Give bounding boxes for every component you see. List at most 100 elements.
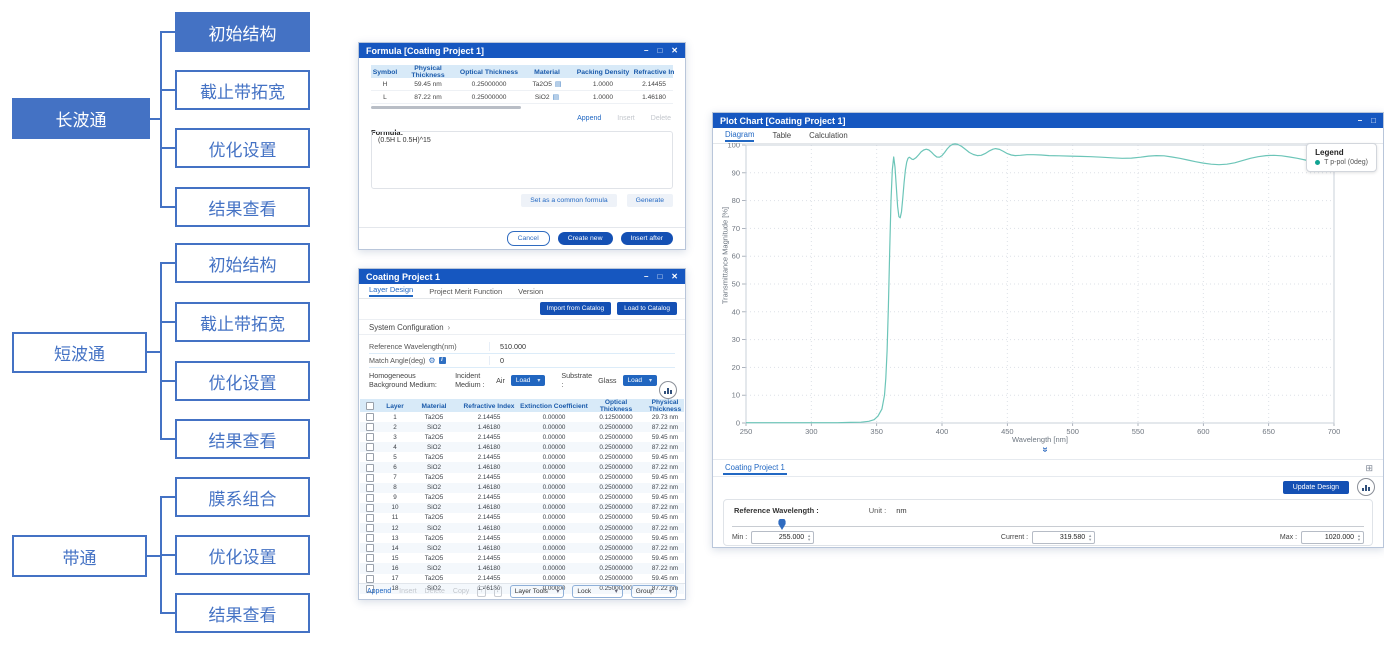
background-medium-row: Homogeneous Background Medium: Incident …	[369, 373, 657, 387]
insert-button[interactable]: Insert	[399, 588, 417, 595]
select-all-checkbox[interactable]	[366, 402, 374, 410]
reference-wavelength-value[interactable]: 510.000	[489, 342, 560, 351]
row-checkbox[interactable]	[366, 564, 374, 572]
append-button[interactable]: Append	[577, 115, 601, 122]
layer-table-row[interactable]: 4 SiO2 1.46180 0.00000 0.25000000 87.22 …	[360, 442, 684, 452]
append-button[interactable]: Append	[367, 588, 391, 595]
formula-table-row[interactable]: L 87.22 nm 0.25000000 SiO2 ▤ 1.0000 1.46…	[371, 91, 673, 104]
row-checkbox[interactable]	[366, 474, 374, 482]
copy-button[interactable]: Copy	[453, 588, 469, 595]
material-catalog-icon[interactable]: ▤	[553, 93, 560, 101]
create-new-button[interactable]: Create new	[558, 232, 613, 245]
insert-button[interactable]: Insert	[617, 115, 635, 122]
tab-version[interactable]: Version	[518, 287, 543, 296]
import-from-catalog-button[interactable]: Import from Catalog	[540, 302, 611, 315]
formula-titlebar[interactable]: Formula [Coating Project 1] – □ ✕	[359, 43, 685, 58]
collapse-chevron-icon[interactable]: »	[1039, 447, 1050, 451]
generate-button[interactable]: Generate	[627, 194, 673, 207]
tab-layer-design[interactable]: Layer Design	[369, 285, 413, 297]
row-checkbox[interactable]	[366, 544, 374, 552]
x-axis-label: Wavelength [nm]	[746, 435, 1334, 444]
update-design-button[interactable]: Update Design	[1283, 481, 1349, 494]
row-checkbox[interactable]	[366, 494, 374, 502]
cell-physical: 59.45 nm	[399, 81, 457, 88]
layer-table-row[interactable]: 15 Ta2O5 2.14455 0.00000 0.25000000 59.4…	[360, 553, 684, 563]
load-to-catalog-button[interactable]: Load to Catalog	[617, 302, 677, 315]
row-checkbox[interactable]	[366, 443, 374, 451]
match-angle-value[interactable]: 0	[489, 356, 560, 365]
row-checkbox[interactable]	[366, 575, 374, 583]
layer-table-row[interactable]: 10 SiO2 1.46180 0.00000 0.25000000 87.22…	[360, 503, 684, 513]
layer-table-row[interactable]: 5 Ta2O5 2.14455 0.00000 0.25000000 59.45…	[360, 452, 684, 462]
cell-optical-thickness: 0.25000000	[588, 474, 644, 481]
cell-layer: 12	[380, 525, 410, 532]
layer-table-row[interactable]: 12 SiO2 1.46180 0.00000 0.25000000 87.22…	[360, 523, 684, 533]
gear-icon[interactable]: ⚙	[428, 356, 435, 365]
spin-down-icon[interactable]: ▼	[1088, 538, 1092, 542]
layer-table-row[interactable]: 14 SiO2 1.46180 0.00000 0.25000000 87.22…	[360, 543, 684, 553]
group-dropdown[interactable]: Group ▾	[631, 585, 677, 598]
insert-after-button[interactable]: Insert after	[621, 232, 674, 245]
minimize-icon[interactable]: –	[1358, 117, 1362, 125]
menu-table[interactable]: Table	[772, 131, 791, 140]
maximize-icon[interactable]: □	[1371, 117, 1376, 125]
delete-button[interactable]: Delete	[651, 115, 671, 122]
layer-table-row[interactable]: 9 Ta2O5 2.14455 0.00000 0.25000000 59.45…	[360, 493, 684, 503]
row-checkbox[interactable]	[366, 464, 374, 472]
formula-input[interactable]: (0.5H L 0.5H)^15	[371, 131, 673, 189]
wavelength-slider-track[interactable]	[732, 526, 1364, 527]
move-up-button[interactable]: ↑	[477, 586, 485, 597]
add-tab-icon[interactable]: ⊞	[1365, 463, 1373, 474]
system-configuration-row[interactable]: System Configuration ›	[359, 319, 685, 335]
minimize-icon[interactable]: –	[644, 47, 648, 55]
row-checkbox[interactable]	[366, 534, 374, 542]
cancel-button[interactable]: Cancel	[507, 231, 550, 246]
minimize-icon[interactable]: –	[644, 273, 648, 281]
material-catalog-icon[interactable]: ▤	[555, 80, 562, 88]
quick-chart-icon[interactable]	[659, 381, 677, 399]
info-icon[interactable]: i	[439, 357, 446, 364]
layer-table-row[interactable]: 11 Ta2O5 2.14455 0.00000 0.25000000 59.4…	[360, 513, 684, 523]
move-down-button[interactable]: ↓	[494, 586, 502, 597]
wavelength-slider-handle[interactable]	[778, 519, 786, 530]
layer-tools-dropdown[interactable]: Layer Tools ▾	[510, 585, 565, 598]
row-checkbox[interactable]	[366, 423, 374, 431]
incident-load-button[interactable]: Load ▾	[511, 375, 545, 386]
maximize-icon[interactable]: □	[657, 273, 662, 281]
layer-table-row[interactable]: 3 Ta2O5 2.14455 0.00000 0.25000000 59.45…	[360, 432, 684, 442]
horizontal-scrollbar[interactable]	[371, 106, 521, 109]
tab-project-merit-function[interactable]: Project Merit Function	[429, 287, 502, 296]
tab-coating-project-1[interactable]: Coating Project 1	[723, 461, 787, 475]
current-value[interactable]: 319.580	[1037, 534, 1085, 541]
delete-button[interactable]: Delete	[425, 588, 445, 595]
substrate-load-button[interactable]: Load ▾	[623, 375, 657, 386]
plot-titlebar[interactable]: Plot Chart [Coating Project 1] – □	[713, 113, 1383, 128]
layer-table-row[interactable]: 7 Ta2O5 2.14455 0.00000 0.25000000 59.45…	[360, 473, 684, 483]
set-common-formula-button[interactable]: Set as a common formula	[521, 194, 616, 207]
lock-dropdown[interactable]: Lock ▾	[572, 585, 622, 598]
close-icon[interactable]: ✕	[671, 273, 678, 281]
layer-table-row[interactable]: 2 SiO2 1.46180 0.00000 0.25000000 87.22 …	[360, 422, 684, 432]
quick-chart-icon[interactable]	[1357, 478, 1375, 496]
formula-table-row[interactable]: H 59.45 nm 0.25000000 Ta2O5 ▤ 1.0000 2.1…	[371, 78, 673, 91]
coating-titlebar[interactable]: Coating Project 1 – □ ✕	[359, 269, 685, 284]
layer-table-row[interactable]: 13 Ta2O5 2.14455 0.00000 0.25000000 59.4…	[360, 533, 684, 543]
layer-table-row[interactable]: 8 SiO2 1.46180 0.00000 0.25000000 87.22 …	[360, 483, 684, 493]
row-checkbox[interactable]	[366, 504, 374, 512]
row-checkbox[interactable]	[366, 514, 374, 522]
layer-table-header: Layer Material Refractive Index Extincti…	[360, 399, 684, 412]
close-icon[interactable]: ✕	[671, 47, 678, 55]
row-checkbox[interactable]	[366, 453, 374, 461]
menu-calculation[interactable]: Calculation	[809, 131, 848, 140]
layer-table-row[interactable]: 16 SiO2 1.46180 0.00000 0.25000000 87.22…	[360, 563, 684, 573]
row-checkbox[interactable]	[366, 554, 374, 562]
maximize-icon[interactable]: □	[657, 47, 662, 55]
current-input[interactable]: 319.580 ▲▼	[1032, 531, 1095, 544]
layer-table-row[interactable]: 1 Ta2O5 2.14455 0.00000 0.12500000 29.73…	[360, 412, 684, 422]
row-checkbox[interactable]	[366, 484, 374, 492]
layer-table-row[interactable]: 6 SiO2 1.46180 0.00000 0.25000000 87.22 …	[360, 462, 684, 472]
connector	[160, 31, 162, 208]
row-checkbox[interactable]	[366, 413, 374, 421]
row-checkbox[interactable]	[366, 433, 374, 441]
row-checkbox[interactable]	[366, 524, 374, 532]
